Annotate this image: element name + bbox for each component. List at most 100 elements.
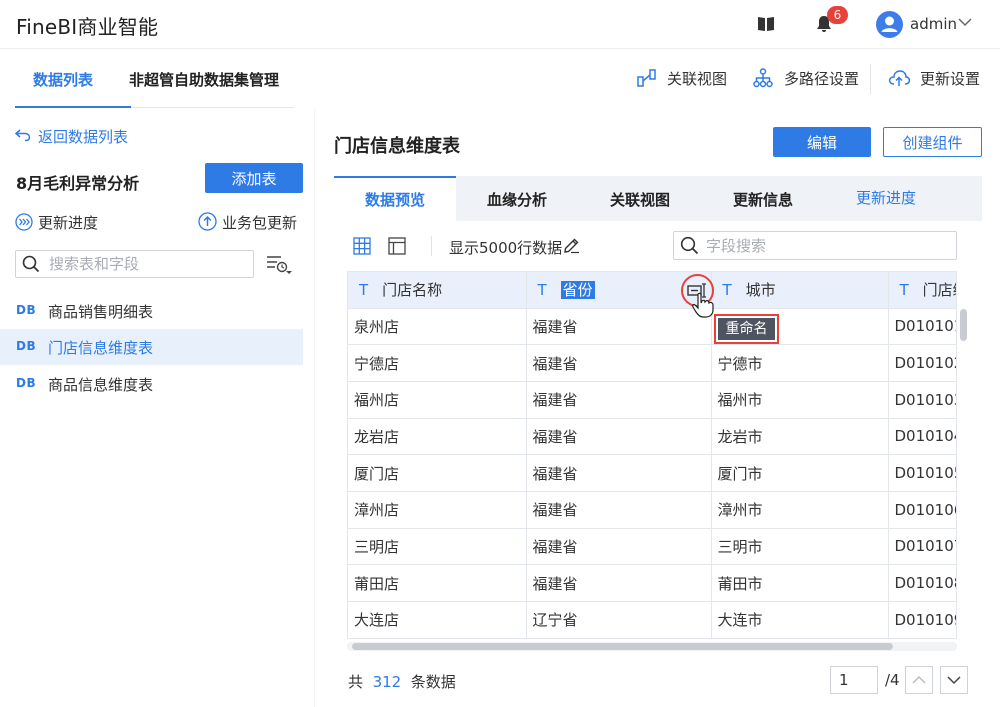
avatar[interactable] [876,11,903,38]
table-cell[interactable]: 厦门店 [348,454,527,492]
form-view-icon[interactable] [388,237,406,255]
table-row: 三明店 福建省 三明市 D010107 [348,528,956,566]
table-cell[interactable]: 福州市 [711,381,889,419]
table-cell[interactable]: 福建省 [526,381,712,419]
table-cell[interactable]: D010104 [888,418,956,456]
add-table-button[interactable]: 添加表 [205,163,303,193]
column-header[interactable]: T 门店名称 [348,272,527,309]
back-to-list-link[interactable]: 返回数据列表 [38,126,128,147]
column-header-label: 门店编码 [922,281,956,300]
grid-view-icon[interactable] [353,237,371,255]
table-cell[interactable]: 厦门市 [711,454,889,492]
field-search-input[interactable] [706,233,946,258]
table-cell[interactable]: 漳州店 [348,491,527,529]
table-cell[interactable]: 宁德市 [711,344,889,382]
tab-data-list[interactable]: 数据列表 [33,69,93,90]
table-list-item[interactable]: DB 商品销售明细表 [0,293,303,329]
table-cell[interactable]: 龙岩市 [711,418,889,456]
column-header[interactable]: T 城市 [711,272,889,309]
table-cell[interactable]: 福建省 [526,454,712,492]
toolbar-divider [431,236,432,256]
table-cell[interactable]: 福建省 [526,418,712,456]
table-cell[interactable]: 辽宁省 [526,601,712,638]
data-preview-table: T 门店名称 T 省份 T 城市 T 门店编码 泉州店福建省泉州市D010101宁德店福… [347,271,957,639]
left-panel [0,109,314,707]
page-number-input[interactable] [830,666,878,694]
table-cell[interactable]: 莆田市 [711,564,889,602]
tab-update-info[interactable]: 更新信息 [702,176,824,221]
tab-non-admin-dataset[interactable]: 非超管自助数据集管理 [129,69,279,90]
previous-page-button[interactable] [905,666,933,694]
pencil-icon[interactable] [563,237,580,254]
update-progress-icon[interactable] [15,213,33,231]
table-cell[interactable]: 莆田店 [348,564,527,602]
toolbar-divider [870,64,871,94]
table-item-label: 门店信息维度表 [48,339,154,357]
table-cell[interactable]: 大连店 [348,601,527,638]
table-cell[interactable]: 泉州店 [348,308,527,346]
back-arrow-icon[interactable] [15,128,31,142]
table-list-item[interactable]: DB 商品信息维度表 [0,366,303,402]
tab-update-progress[interactable]: 更新进度 [824,176,948,221]
table-cell[interactable]: D010106 [888,491,956,529]
app-title: FineBI商业智能 [16,15,159,39]
table-cell[interactable]: D010103 [888,381,956,419]
notification-badge: 6 [827,6,848,24]
column-header[interactable]: T 门店编码 [888,272,956,309]
book-icon[interactable] [756,15,776,33]
next-page-button[interactable] [940,666,968,694]
table-search-input[interactable] [49,252,249,276]
table-cell[interactable]: 宁德店 [348,344,527,382]
tab-data-preview[interactable]: 数据预览 [334,176,456,221]
table-row: 龙岩店 福建省 龙岩市 D010104 [348,418,956,456]
rename-tooltip: 重命名 [714,314,779,344]
table-row: 莆田店 福建省 莆田市 D010108 [348,564,956,602]
tab-assoc-view[interactable]: 关联视图 [578,176,702,221]
table-cell[interactable]: 漳州市 [711,491,889,529]
text-type-icon: T [537,281,547,300]
column-header-label[interactable]: 省份 [560,281,595,300]
text-type-icon: T [899,281,909,300]
chevron-up-icon [912,675,926,684]
tab-lineage[interactable]: 血缘分析 [456,176,578,221]
chevron-down-icon [947,676,961,685]
table-cell[interactable]: D010109 [888,601,956,638]
table-cell[interactable]: 三明市 [711,528,889,566]
column-header-label: 城市 [745,281,776,300]
table-cell[interactable]: D010108 [888,564,956,602]
create-component-button[interactable]: 创建组件 [883,127,982,157]
edit-button[interactable]: 编辑 [773,127,871,157]
user-name[interactable]: admin [910,15,957,33]
table-cell[interactable]: D010101 [888,308,956,346]
vertical-scrollbar[interactable] [960,309,967,341]
cloud-update-icon[interactable] [888,69,910,87]
update-settings-button[interactable]: 更新设置 [920,68,980,89]
update-progress-link[interactable]: 更新进度 [38,212,98,233]
table-cell[interactable]: 福建省 [526,491,712,529]
table-cell[interactable]: D010105 [888,454,956,492]
table-cell[interactable]: D010102 [888,344,956,382]
table-row: 大连店 辽宁省 大连市 D010109 [348,601,956,638]
page-title: 门店信息维度表 [334,136,460,157]
table-cell[interactable]: 福州店 [348,381,527,419]
multi-path-button[interactable]: 多路径设置 [784,68,859,89]
assoc-view-icon[interactable] [637,68,657,88]
table-item-label: 商品信息维度表 [48,376,154,394]
chevron-down-icon[interactable] [958,18,972,27]
table-cell[interactable]: 大连市 [711,601,889,638]
package-update-link[interactable]: 业务包更新 [222,212,297,233]
table-cell[interactable]: D010107 [888,528,956,566]
table-cell[interactable]: 福建省 [526,344,712,382]
assoc-view-button[interactable]: 关联视图 [667,68,727,89]
table-cell[interactable]: 龙岩店 [348,418,527,456]
table-list-item-active[interactable]: DB 门店信息维度表 [0,329,303,365]
table-cell[interactable]: 福建省 [526,564,712,602]
filter-sort-icon[interactable] [266,254,292,276]
multi-path-icon[interactable] [753,68,773,88]
active-tab-indicator [15,106,131,108]
table-cell[interactable]: 福建省 [526,308,712,346]
package-update-icon[interactable] [198,212,217,231]
table-cell[interactable]: 福建省 [526,528,712,566]
table-cell[interactable]: 三明店 [348,528,527,566]
horizontal-scrollbar[interactable] [352,643,893,650]
